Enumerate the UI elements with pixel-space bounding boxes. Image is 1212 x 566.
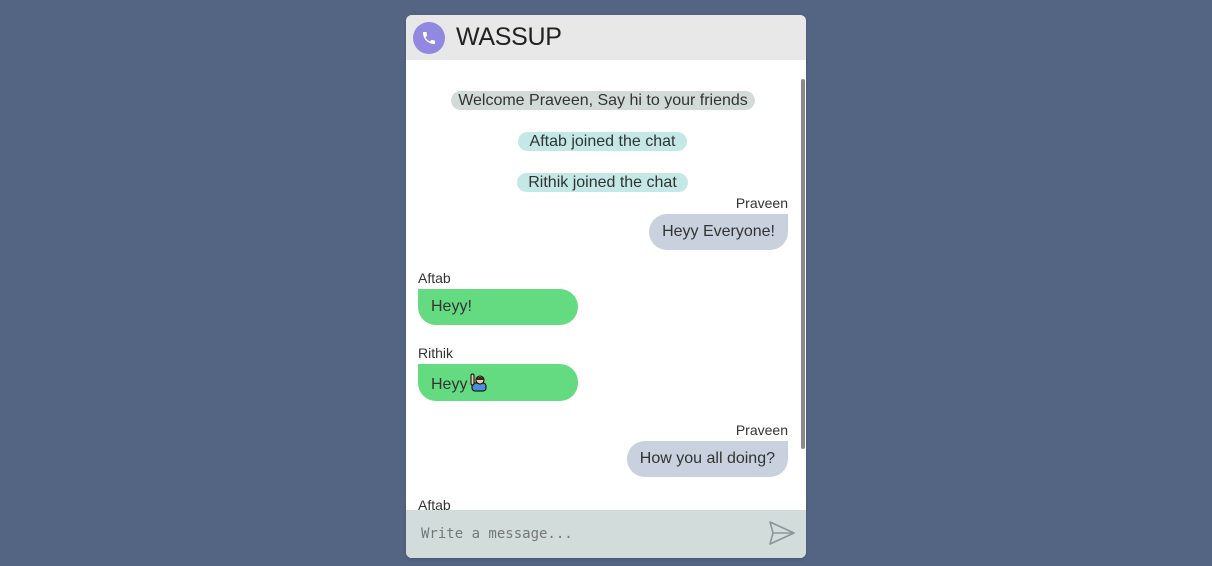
message-list[interactable]: Welcome Praveen, Say hi to your friends …	[406, 60, 806, 510]
chat-window: WASSUP Welcome Praveen, Say hi to your f…	[406, 15, 806, 558]
message-sender: Aftab	[418, 270, 451, 286]
outgoing-message: Heyy Everyone!	[649, 214, 788, 250]
message-sender: Praveen	[735, 422, 788, 438]
app-title: WASSUP	[456, 23, 562, 51]
welcome-notice: Welcome Praveen, Say hi to your friends	[451, 91, 755, 110]
incoming-message: Heyy!	[418, 289, 578, 325]
chat-header: WASSUP	[406, 15, 806, 60]
message-composer	[406, 510, 806, 558]
outgoing-message: How you all doing?	[626, 441, 788, 477]
message-text: Heyy	[431, 376, 468, 394]
message-input[interactable]	[406, 510, 756, 558]
send-button[interactable]	[767, 519, 797, 549]
join-notice: Rithik joined the chat	[517, 173, 688, 192]
scrollbar-thumb[interactable]	[801, 79, 805, 449]
message-sender: Praveen	[735, 195, 788, 211]
join-notice: Aftab joined the chat	[518, 132, 687, 151]
message-sender: Aftab	[418, 497, 451, 510]
phone-icon	[413, 21, 445, 54]
message-sender: Rithik	[418, 345, 454, 361]
send-icon	[768, 519, 796, 550]
incoming-message: Heyy	[418, 364, 578, 401]
raising-hand-emoji	[469, 372, 489, 398]
